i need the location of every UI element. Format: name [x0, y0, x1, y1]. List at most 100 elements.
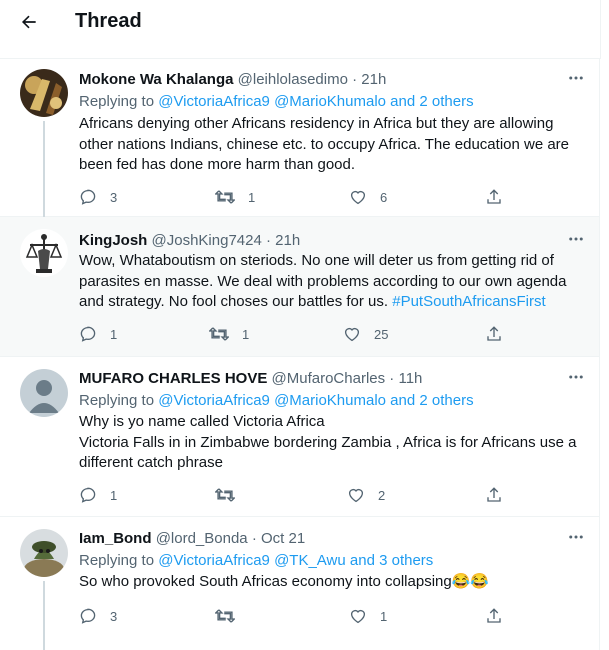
hashtag-link[interactable]: #PutSouthAfricansFirst [392, 293, 545, 310]
timestamp[interactable]: 21h [275, 232, 300, 249]
tweet[interactable]: KingJosh @JoshKing7424 · 21h Wow, Whatab… [0, 217, 600, 357]
others-link[interactable]: 3 others [379, 552, 433, 569]
more-horizontal-icon [567, 528, 585, 551]
timestamp[interactable]: Oct 21 [261, 530, 305, 547]
retweet-icon [209, 325, 229, 343]
mention-link[interactable]: @VictoriaAfrica9 [158, 552, 270, 569]
share-button[interactable] [485, 484, 503, 506]
tweet[interactable]: Mokone Wa Khalanga @leihlolasedimo · 21h… [0, 59, 600, 217]
tweet-actions: 1 2 [0, 484, 600, 506]
mention-link[interactable]: @TK_Awu [274, 552, 346, 569]
top-bar: Thread [0, 0, 601, 48]
header-divider [0, 48, 601, 59]
back-button[interactable] [14, 10, 44, 38]
reply-icon [79, 325, 97, 343]
more-horizontal-icon [567, 69, 585, 92]
others-link[interactable]: 2 others [419, 392, 473, 409]
arrow-left-icon [19, 12, 39, 37]
others-link[interactable]: 2 others [419, 93, 473, 110]
reply-button[interactable]: 1 [79, 323, 117, 345]
tweet-text-line: Africans denying other Africans residenc… [79, 115, 554, 132]
retweet-icon [215, 486, 235, 504]
share-button[interactable] [485, 186, 503, 208]
tweet-text-line: Victoria Falls in in Zimbabwe bordering … [79, 433, 577, 451]
retweet-button[interactable] [215, 484, 248, 506]
heart-icon [347, 486, 365, 504]
like-button[interactable]: 25 [343, 323, 388, 345]
replying-label: Replying to [79, 552, 155, 569]
mention-link[interactable]: @MarioKhumalo [274, 93, 386, 110]
like-button[interactable]: 2 [347, 484, 385, 506]
share-icon [485, 325, 503, 343]
heart-icon [349, 607, 367, 625]
replying-label: Replying to [79, 93, 155, 110]
like-count: 1 [380, 608, 388, 624]
retweet-button[interactable]: 1 [209, 323, 249, 345]
user-name[interactable]: Mokone Wa Khalanga [79, 71, 233, 88]
user-name[interactable]: MUFARO CHARLES HOVE [79, 370, 267, 387]
separator: · [251, 530, 257, 547]
tweet-header: Iam_Bond @lord_Bonda · Oct 21 [79, 529, 305, 549]
and-label[interactable]: and [390, 93, 415, 110]
like-count: 25 [374, 326, 389, 342]
more-horizontal-icon [567, 368, 585, 391]
retweet-button[interactable] [215, 605, 248, 627]
share-icon [485, 607, 503, 625]
tweet-actions: 3 1 [0, 605, 600, 627]
separator: · [266, 232, 271, 249]
share-icon [485, 486, 503, 504]
more-button[interactable] [565, 70, 587, 90]
avatar[interactable] [20, 229, 68, 277]
like-button[interactable]: 6 [349, 186, 387, 208]
timestamp[interactable]: 21h [361, 71, 386, 88]
like-count: 6 [380, 189, 388, 205]
reply-count: 3 [110, 189, 118, 205]
like-count: 2 [378, 487, 386, 503]
and-label[interactable]: and [350, 552, 375, 569]
user-handle[interactable]: @JoshKing7424 [152, 232, 262, 249]
share-button[interactable] [485, 605, 503, 627]
tweet-text-line: Why is yo name called Victoria Africa [79, 413, 325, 430]
tweet-header: MUFARO CHARLES HOVE @MufaroCharles · 11h [79, 369, 422, 389]
like-button[interactable]: 1 [349, 605, 387, 627]
avatar[interactable] [20, 529, 68, 577]
tweet-actions: 1 1 25 [0, 323, 600, 345]
tweet-header: KingJosh @JoshKing7424 · 21h [79, 231, 300, 251]
more-button[interactable] [565, 369, 587, 389]
reply-button[interactable]: 1 [79, 484, 117, 506]
mention-link[interactable]: @VictoriaAfrica9 [158, 93, 270, 110]
reply-button[interactable]: 3 [79, 605, 117, 627]
more-button[interactable] [565, 231, 587, 251]
reply-count: 1 [110, 487, 118, 503]
tweet-header: Mokone Wa Khalanga @leihlolasedimo · 21h [79, 70, 386, 90]
mention-link[interactable]: @MarioKhumalo [274, 392, 386, 409]
heart-icon [343, 325, 361, 343]
more-button[interactable] [565, 529, 587, 549]
and-label[interactable]: and [390, 392, 415, 409]
reply-count: 1 [110, 326, 118, 342]
mention-link[interactable]: @VictoriaAfrica9 [158, 392, 270, 409]
share-button[interactable] [485, 323, 503, 345]
tweet[interactable]: MUFARO CHARLES HOVE @MufaroCharles · 11h… [0, 357, 600, 517]
separator: · [389, 370, 395, 387]
tweet-text: Africans denying other Africans residenc… [79, 114, 584, 176]
tweet-text-line: been fed has done more harm than good. [79, 156, 356, 173]
avatar[interactable] [20, 369, 68, 417]
tweet-text-line: So who provoked South Africas economy in… [79, 573, 490, 590]
reply-count: 3 [110, 608, 118, 624]
user-handle[interactable]: @MufaroCharles [272, 370, 386, 387]
user-handle[interactable]: @lord_Bonda [156, 530, 248, 547]
user-name[interactable]: Iam_Bond [79, 530, 152, 547]
reply-icon [79, 188, 97, 206]
reply-button[interactable]: 3 [79, 186, 117, 208]
tweet[interactable]: Iam_Bond @lord_Bonda · Oct 21 Replying t… [0, 517, 600, 650]
avatar[interactable] [20, 69, 68, 117]
user-name[interactable]: KingJosh [79, 232, 147, 249]
tweet-text: Wow, Whataboutism on steriods. No one wi… [79, 251, 584, 313]
tweet-text-line: parasites en masse. We deal with problem… [79, 272, 567, 290]
timestamp[interactable]: 11h [398, 370, 422, 387]
user-handle[interactable]: @leihlolasedimo [238, 71, 348, 88]
tweet-text-line: Wow, Whataboutism on steriods. No one wi… [79, 252, 554, 269]
replying-to: Replying to @VictoriaAfrica9 @TK_Awu and… [79, 551, 433, 571]
retweet-button[interactable]: 1 [215, 186, 255, 208]
